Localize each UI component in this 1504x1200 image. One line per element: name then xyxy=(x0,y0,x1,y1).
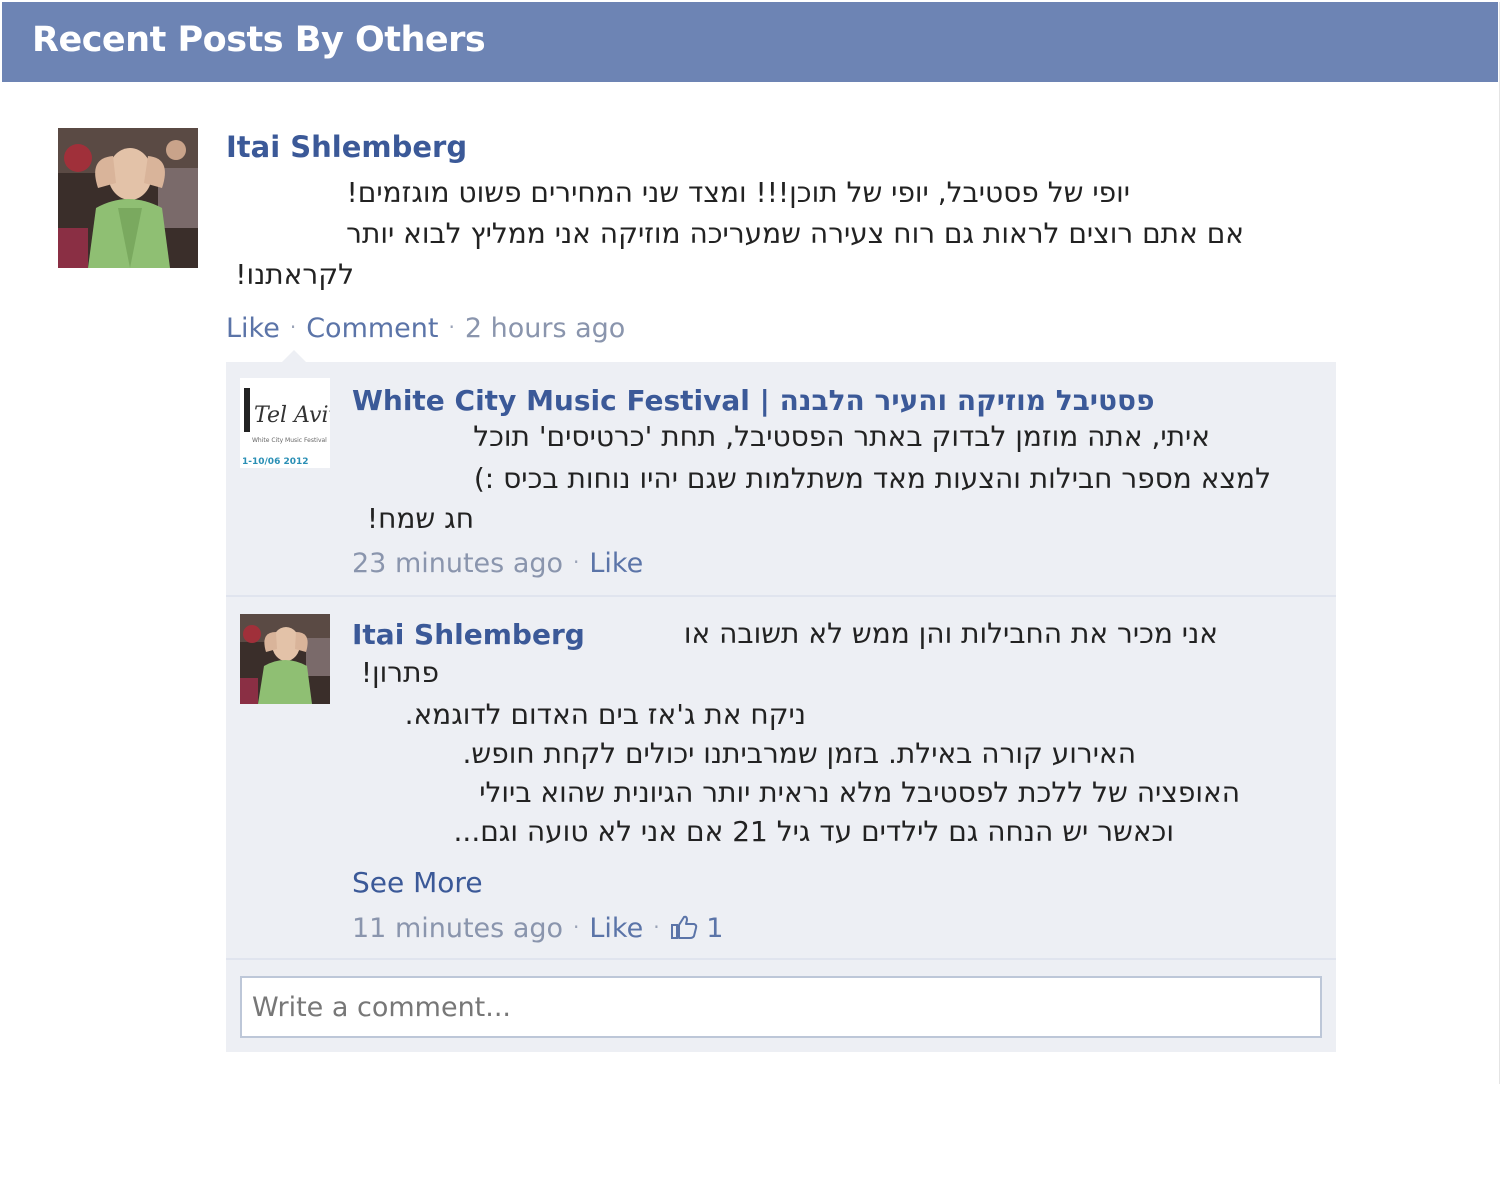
reply-text-line: האירוע קורה באילת. בזמן שמרביתנו יכולים … xyxy=(462,737,1136,770)
like-count-value: 1 xyxy=(706,913,724,944)
reply-author-name[interactable]: Itai Shlemberg xyxy=(352,618,585,651)
separator-dot: · xyxy=(448,315,455,339)
reply-text-line: אני מכיר את החבילות והן ממש לא תשובה או xyxy=(683,617,1218,650)
post-text-line: לקראתנו! xyxy=(235,258,354,291)
comment-meta: 23 minutes ago · Like xyxy=(352,548,643,579)
reply-text-line: האופציה של ללכת לפסטיבל מלא נראית יותר ה… xyxy=(479,776,1240,809)
separator-dot: · xyxy=(573,550,580,574)
reply-text-line: וכאשר יש הנחה גם לילדים עד גיל 21 אם אני… xyxy=(453,815,1174,848)
post-like-link[interactable]: Like xyxy=(226,313,280,344)
comment-text-line: למצא מספר חבילות והצעות מאד משתלמות שגם … xyxy=(473,462,1271,495)
comment-like-link[interactable]: Like xyxy=(589,548,643,579)
panel-header: Recent Posts By Others xyxy=(2,2,1498,82)
post-author-name[interactable]: Itai Shlemberg xyxy=(226,130,467,164)
panel-title: Recent Posts By Others xyxy=(32,20,486,60)
festival-logo-wordmark: Tel Aviv xyxy=(254,403,330,428)
comment-text-line: איתי, אתה מוזמן לבדוק באתר הפסטיבל, תחת … xyxy=(473,420,1210,453)
festival-logo-subtitle: White City Music Festival xyxy=(252,437,327,444)
separator-dot: · xyxy=(289,315,297,339)
separator-dot: · xyxy=(653,915,660,939)
reply-author-avatar[interactable] xyxy=(240,614,330,704)
thumbs-up-icon xyxy=(670,915,697,939)
reply-meta: 11 minutes ago · Like · 1 xyxy=(352,913,723,944)
post-text-line: אם אתם רוצים לראות גם רוח צעירה שמעריכה … xyxy=(346,217,1244,250)
comments-caret xyxy=(282,350,306,362)
comment-timestamp: 23 minutes ago xyxy=(352,548,564,579)
comment-text-line: חג שמח! xyxy=(366,502,474,535)
post-author-avatar[interactable] xyxy=(58,128,198,268)
festival-logo-avatar[interactable]: Tel Aviv White City Music Festival 1-10/… xyxy=(240,378,330,468)
separator-dot: · xyxy=(573,915,580,939)
reply-timestamp: 11 minutes ago xyxy=(352,913,564,944)
reply-like-count[interactable]: 1 xyxy=(670,913,724,944)
post-text-line: יופי של פסטיבל, יופי של תוכן!!! ומצד שני… xyxy=(346,176,1130,209)
see-more-link[interactable]: See More xyxy=(352,866,483,899)
reply-text-line: ניקח את ג'אז בים האדום לדוגמא. xyxy=(404,698,806,731)
post-timestamp: 2 hours ago xyxy=(464,313,626,344)
post-actions: Like · Comment · 2 hours ago xyxy=(226,313,625,344)
festival-logo-dates: 1-10/06 2012 xyxy=(242,457,309,467)
reply-like-link[interactable]: Like xyxy=(589,913,643,944)
post-comment-link[interactable]: Comment xyxy=(306,313,438,344)
comment-divider xyxy=(226,595,1336,597)
comment-author-name[interactable]: White City Music Festival | פסטיבל מוזיק… xyxy=(352,384,1155,417)
comment-divider xyxy=(226,958,1336,960)
comment-input[interactable]: Write a comment... xyxy=(240,976,1322,1038)
reply-text-line: פתרון! xyxy=(360,656,439,689)
